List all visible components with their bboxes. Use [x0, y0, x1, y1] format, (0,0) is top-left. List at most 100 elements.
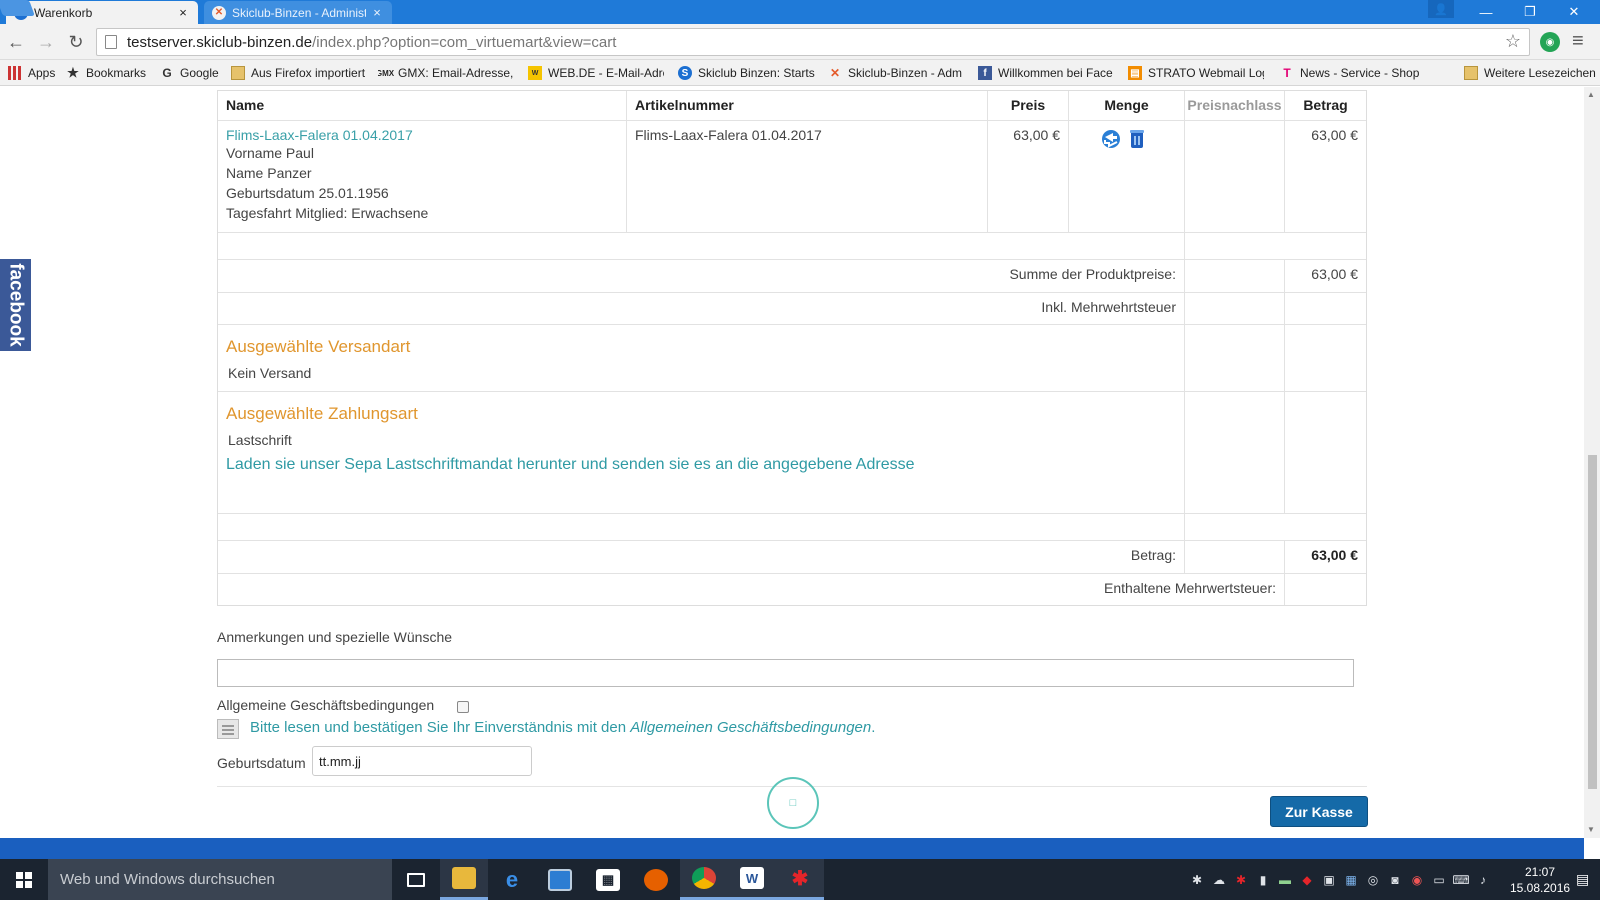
edge-app[interactable]: e — [488, 859, 536, 900]
volume-icon[interactable]: ♪ — [1472, 873, 1494, 887]
clock[interactable]: 21:07 15.08.2016 — [1510, 864, 1570, 896]
clock-date: 15.08.2016 — [1510, 881, 1571, 895]
tab-skiclub-admin[interactable]: ✕ Skiclub-Binzen - Administ × — [204, 1, 392, 24]
bookmark-folder-more[interactable]: Weitere Lesezeichen — [1464, 64, 1598, 82]
tab-warenkorb[interactable]: S Warenkorb × — [6, 1, 198, 24]
terms-notice: Bitte lesen und bestätigen Sie Ihr Einve… — [250, 719, 876, 736]
subtotal-label: Summe der Produktpreise: — [1009, 266, 1176, 282]
tab-title: Warenkorb — [34, 5, 93, 20]
word-app[interactable]: W — [728, 859, 776, 900]
taskbar-search[interactable]: Web und Windows durchsuchen — [48, 859, 392, 900]
camera-icon[interactable]: ◙ — [1384, 873, 1406, 887]
terms-checkbox[interactable] — [457, 701, 469, 713]
bookmark-skiclub-start[interactable]: S Skiclub Binzen: Starts — [678, 64, 816, 82]
terms-link[interactable]: Allgemeinen Geschäftsbedingungen — [630, 719, 871, 736]
explorer-app[interactable] — [440, 859, 488, 900]
address-bar[interactable]: testserver.skiclub-binzen.de/index.php?o… — [96, 28, 1530, 56]
store-app[interactable]: ▦ — [584, 859, 632, 900]
new-tab-button[interactable] — [0, 0, 35, 16]
task-view-icon — [407, 872, 425, 887]
back-icon[interactable]: ← — [4, 30, 28, 54]
acrobat-icon: ✱ — [791, 867, 809, 890]
payment-title: Ausgewählte Zahlungsart — [226, 404, 418, 423]
subtotal-value: 63,00 € — [1284, 260, 1366, 292]
header-name: Name — [226, 97, 265, 113]
skiclub-icon: S — [678, 66, 692, 80]
scroll-thumb[interactable] — [1588, 455, 1597, 789]
start-button[interactable] — [0, 859, 48, 900]
sepa-download-link[interactable]: Laden sie unser Sepa Lastschriftmandat h… — [226, 456, 1176, 474]
bookmark-webde[interactable]: W WEB.DE - E-Mail-Adre — [528, 64, 664, 82]
delete-product-icon[interactable] — [1130, 130, 1144, 148]
close-window-button[interactable]: ✕ — [1552, 0, 1596, 24]
birthdate-input[interactable] — [312, 746, 532, 776]
bookmark-bookmarks[interactable]: ★ Bookmarks — [66, 64, 152, 82]
chrome-menu-icon[interactable]: ≡ — [1572, 30, 1584, 53]
bookmark-gmx[interactable]: GMX GMX: Email-Adresse, — [378, 64, 516, 82]
notes-textarea[interactable] — [217, 659, 1354, 687]
bookmark-star-icon[interactable]: ☆ — [1505, 31, 1521, 52]
bookmark-google[interactable]: G Google — [160, 64, 222, 82]
payment-value: Lastschrift — [228, 432, 292, 448]
bookmark-skiclub-admin[interactable]: ✕ Skiclub-Binzen - Adm — [828, 64, 964, 82]
bookmark-telekom[interactable]: T News - Service - Shop — [1280, 64, 1420, 82]
bookmark-folder-firefox[interactable]: Aus Firefox importiert — [231, 64, 371, 82]
tab-close-icon[interactable]: × — [370, 5, 384, 20]
url-host: testserver.skiclub-binzen.de — [127, 33, 313, 51]
checkout-button[interactable]: Zur Kasse — [1270, 796, 1368, 827]
scroll-down-icon[interactable]: ▼ — [1587, 825, 1595, 834]
display-icon[interactable]: ▣ — [1318, 873, 1340, 887]
page-scrollbar[interactable]: ▲ ▼ — [1584, 87, 1600, 838]
facebook-icon: f — [978, 66, 992, 80]
folder-icon — [231, 66, 245, 80]
webde-icon: W — [528, 66, 542, 80]
bookmark-apps[interactable]: Apps — [8, 64, 60, 82]
record-icon[interactable]: ◉ — [1406, 873, 1428, 887]
task-view-button[interactable] — [392, 859, 440, 900]
chrome-app[interactable] — [680, 859, 728, 900]
bookmark-strato[interactable]: ▤ STRATO Webmail Log — [1128, 64, 1264, 82]
restore-button[interactable]: ❐ — [1508, 0, 1552, 24]
battery-icon[interactable]: ▬ — [1274, 873, 1296, 887]
bookmark-facebook[interactable]: f Willkommen bei Face — [978, 64, 1114, 82]
network-adapter-icon[interactable]: ▦ — [1340, 873, 1362, 887]
forward-icon[interactable]: → — [34, 30, 58, 54]
windows-taskbar: Web und Windows durchsuchen e ▦ W ✱ ✱ ☁ … — [0, 859, 1600, 900]
acrobat-tray-icon[interactable]: ✱ — [1230, 873, 1252, 887]
remote-desktop-app[interactable] — [536, 859, 584, 900]
telekom-icon: T — [1283, 66, 1291, 80]
header-discount: Preisnachlass — [1184, 91, 1284, 120]
product-attribute: Geburtsdatum 25.01.1956 — [226, 185, 389, 201]
table-row: Flims-Laax-Falera 01.04.2017 Vorname Pau… — [218, 120, 1366, 232]
notes-label: Anmerkungen und spezielle Wünsche — [217, 629, 453, 645]
usb-icon[interactable]: ▮ — [1252, 873, 1274, 887]
facebook-sidebar-tab[interactable]: facebook — [0, 259, 31, 351]
update-quantity-icon[interactable] — [1102, 130, 1120, 148]
notification-center-icon[interactable]: ▤ — [1576, 871, 1589, 888]
product-sku: Flims-Laax-Falera 01.04.2017 — [626, 121, 987, 232]
scroll-up-icon[interactable]: ▲ — [1587, 90, 1595, 99]
reload-icon[interactable]: ↻ — [64, 30, 88, 54]
product-link[interactable]: Flims-Laax-Falera 01.04.2017 — [226, 127, 618, 143]
antivirus-icon[interactable]: ◆ — [1296, 873, 1318, 887]
folder-icon — [1464, 66, 1478, 80]
google-icon: G — [162, 66, 172, 80]
sync-icon[interactable]: ◎ — [1362, 873, 1384, 887]
onedrive-icon[interactable]: ☁ — [1208, 873, 1230, 887]
keyboard-icon[interactable]: ⌨ — [1450, 873, 1472, 887]
strato-icon: ▤ — [1128, 66, 1142, 80]
acrobat-app[interactable]: ✱ — [776, 859, 824, 900]
tab-close-icon[interactable]: × — [176, 5, 190, 20]
windows-logo-icon — [16, 871, 32, 888]
header-qty: Menge — [1068, 91, 1184, 120]
profile-icon[interactable]: 👤 — [1428, 0, 1454, 18]
cart-table: Name Artikelnummer Preis Menge Preisnach… — [217, 90, 1367, 606]
terms-label: Allgemeine Geschäftsbedingungen — [217, 697, 435, 713]
minimize-button[interactable]: — — [1464, 0, 1508, 24]
vat-row: Inkl. Mehrwehrtsteuer — [218, 292, 1366, 324]
joomla-favicon-icon: ✕ — [212, 5, 226, 20]
network-icon[interactable]: ▭ — [1428, 873, 1450, 887]
bluetooth-icon[interactable]: ✱ — [1186, 873, 1208, 887]
firefox-app[interactable] — [632, 859, 680, 900]
extension-icon[interactable]: ◉ — [1540, 32, 1560, 52]
